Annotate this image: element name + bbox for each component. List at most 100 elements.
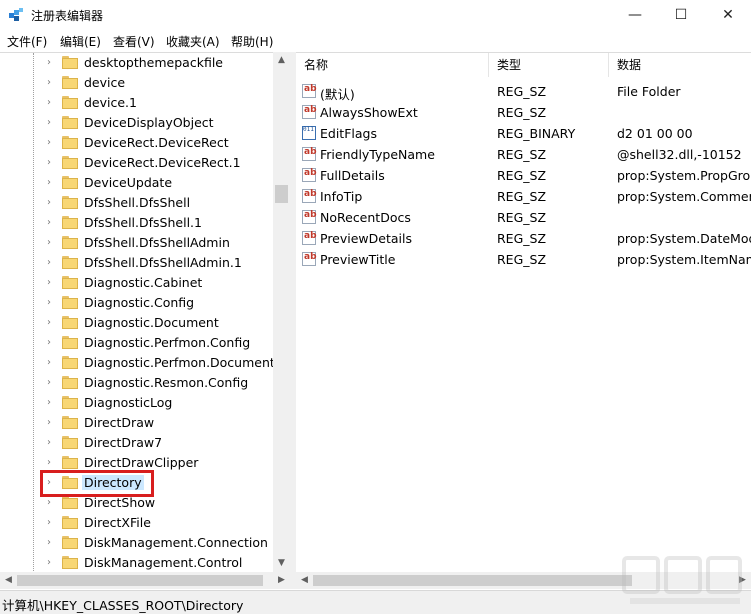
- value-row[interactable]: FriendlyTypeName REG_SZ @shell32.dll,-1015…: [296, 144, 751, 165]
- folder-icon: [62, 196, 78, 209]
- expand-chevron-icon[interactable]: ›: [47, 277, 51, 288]
- tree-item[interactable]: › DfsShell.DfsShell.1: [0, 213, 272, 233]
- menu-file[interactable]: 文件(F): [7, 33, 47, 50]
- tree-item[interactable]: › DirectDraw: [0, 413, 272, 433]
- tree-item-label: DirectShow: [84, 495, 156, 510]
- value-row[interactable]: NoRecentDocs REG_SZ: [296, 207, 751, 228]
- expand-chevron-icon[interactable]: ›: [47, 337, 51, 348]
- column-header-data[interactable]: 数据: [609, 53, 751, 77]
- tree-item[interactable]: › DeviceDisplayObject: [0, 113, 272, 133]
- folder-icon: [62, 156, 78, 169]
- tree-item-label: Diagnostic.Perfmon.Config: [84, 335, 251, 350]
- expand-chevron-icon[interactable]: ›: [47, 177, 51, 188]
- scroll-up-arrow-icon[interactable]: ▲: [273, 52, 290, 69]
- tree-item[interactable]: › Diagnostic.Perfmon.Config: [0, 333, 272, 353]
- tree-item[interactable]: › DiagnosticLog: [0, 393, 272, 413]
- tree-item[interactable]: › DfsShell.DfsShellAdmin.1: [0, 253, 272, 273]
- expand-chevron-icon[interactable]: ›: [47, 517, 51, 528]
- expand-chevron-icon[interactable]: ›: [47, 457, 51, 468]
- value-name: PreviewTitle: [320, 252, 396, 267]
- expand-chevron-icon[interactable]: ›: [47, 497, 51, 508]
- tree-item-label: Diagnostic.Perfmon.Document: [84, 355, 275, 370]
- list-hscroll-thumb[interactable]: [313, 575, 632, 586]
- tree-scroll-thumb[interactable]: [275, 185, 288, 203]
- expand-chevron-icon[interactable]: ›: [47, 217, 51, 228]
- tree-item[interactable]: › Diagnostic.Perfmon.Document: [0, 353, 275, 373]
- menu-view[interactable]: 查看(V): [113, 33, 155, 50]
- tree-horizontal-scrollbar[interactable]: ◀ ▶: [0, 572, 290, 589]
- value-type: REG_SZ: [497, 210, 547, 225]
- tree-item[interactable]: › DeviceUpdate: [0, 173, 272, 193]
- column-header-type[interactable]: 类型: [489, 53, 609, 77]
- menu-edit[interactable]: 编辑(E): [60, 33, 101, 50]
- value-row[interactable]: EditFlags REG_BINARY d2 01 00 00: [296, 123, 751, 144]
- tree-item[interactable]: › Diagnostic.Resmon.Config: [0, 373, 272, 393]
- folder-icon: [62, 276, 78, 289]
- folder-icon: [62, 176, 78, 189]
- tree-item-label: DiagnosticLog: [84, 395, 173, 410]
- maximize-button[interactable]: ☐: [658, 0, 704, 30]
- folder-icon: [62, 456, 78, 469]
- menu-help[interactable]: 帮助(H): [231, 33, 273, 50]
- expand-chevron-icon[interactable]: ›: [47, 357, 51, 368]
- expand-chevron-icon[interactable]: ›: [47, 377, 51, 388]
- value-row[interactable]: PreviewDetails REG_SZ prop:System.DateMod: [296, 228, 751, 249]
- expand-chevron-icon[interactable]: ›: [47, 257, 51, 268]
- tree-item-label: device: [84, 75, 126, 90]
- menu-bar: 文件(F) 编辑(E) 查看(V) 收藏夹(A) 帮助(H): [0, 31, 751, 51]
- expand-chevron-icon[interactable]: ›: [47, 537, 51, 548]
- tree-item-label: DirectXFile: [84, 515, 151, 530]
- scroll-right-arrow-icon[interactable]: ▶: [273, 572, 290, 589]
- value-row[interactable]: AlwaysShowExt REG_SZ: [296, 102, 751, 123]
- expand-chevron-icon[interactable]: ›: [47, 157, 51, 168]
- expand-chevron-icon[interactable]: ›: [47, 417, 51, 428]
- tree-item[interactable]: › device: [0, 73, 272, 93]
- scroll-down-arrow-icon[interactable]: ▼: [273, 555, 290, 572]
- expand-chevron-icon[interactable]: ›: [47, 197, 51, 208]
- value-row[interactable]: (默认) REG_SZ File Folder: [296, 81, 751, 102]
- tree-item[interactable]: › DirectXFile: [0, 513, 272, 533]
- expand-chevron-icon[interactable]: ›: [47, 237, 51, 248]
- expand-chevron-icon[interactable]: ›: [47, 97, 51, 108]
- value-row[interactable]: PreviewTitle REG_SZ prop:System.ItemNam: [296, 249, 751, 270]
- scroll-left-arrow-icon[interactable]: ◀: [296, 572, 313, 589]
- expand-chevron-icon[interactable]: ›: [47, 437, 51, 448]
- tree-item[interactable]: › Diagnostic.Cabinet: [0, 273, 272, 293]
- tree-item[interactable]: › device.1: [0, 93, 272, 113]
- tree-item[interactable]: › desktopthemepackfile: [0, 53, 272, 73]
- folder-icon: [62, 356, 78, 369]
- folder-icon: [62, 236, 78, 249]
- expand-chevron-icon[interactable]: ›: [47, 317, 51, 328]
- column-header-name[interactable]: 名称: [296, 53, 489, 77]
- expand-chevron-icon[interactable]: ›: [47, 57, 51, 68]
- tree-hscroll-thumb[interactable]: [17, 575, 263, 586]
- tree-item[interactable]: › Diagnostic.Config: [0, 293, 272, 313]
- string-value-icon: [302, 210, 317, 224]
- values-list[interactable]: 名称 类型 数据 (默认) REG_SZ File Folder AlwaysShow…: [296, 52, 751, 573]
- tree-item[interactable]: › DfsShell.DfsShell: [0, 193, 272, 213]
- menu-favorites[interactable]: 收藏夹(A): [166, 33, 220, 50]
- tree-item[interactable]: › DfsShell.DfsShellAdmin: [0, 233, 272, 253]
- expand-chevron-icon[interactable]: ›: [47, 117, 51, 128]
- tree-item[interactable]: › DeviceRect.DeviceRect.1: [0, 153, 272, 173]
- close-button[interactable]: ✕: [705, 0, 751, 30]
- expand-chevron-icon[interactable]: ›: [47, 137, 51, 148]
- tree-item[interactable]: › DeviceRect.DeviceRect: [0, 133, 272, 153]
- expand-chevron-icon[interactable]: ›: [47, 397, 51, 408]
- tree-item[interactable]: › DirectDraw7: [0, 433, 272, 453]
- tree-vertical-scrollbar[interactable]: ▲ ▼: [273, 52, 290, 572]
- expand-chevron-icon[interactable]: ›: [47, 557, 51, 568]
- value-type: REG_SZ: [497, 168, 547, 183]
- value-row[interactable]: FullDetails REG_SZ prop:System.PropGrou: [296, 165, 751, 186]
- tree-item[interactable]: › DiskManagement.Connection: [0, 533, 272, 553]
- tree-item[interactable]: › Diagnostic.Document: [0, 313, 272, 333]
- minimize-button[interactable]: —: [612, 0, 658, 30]
- value-row[interactable]: InfoTip REG_SZ prop:System.Comment: [296, 186, 751, 207]
- string-value-icon: [302, 168, 317, 182]
- expand-chevron-icon[interactable]: ›: [47, 77, 51, 88]
- value-data: File Folder: [617, 84, 681, 99]
- expand-chevron-icon[interactable]: ›: [47, 297, 51, 308]
- scroll-left-arrow-icon[interactable]: ◀: [0, 572, 17, 589]
- tree-item[interactable]: › DiskManagement.Control: [0, 553, 272, 573]
- tree-item-label: DirectDrawClipper: [84, 455, 199, 470]
